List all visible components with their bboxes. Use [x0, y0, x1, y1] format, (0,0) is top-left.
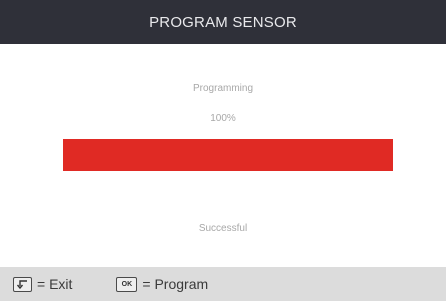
page-title: PROGRAM SENSOR: [149, 13, 297, 31]
progress-percent: 100%: [210, 113, 236, 124]
program-hint-label: = Program: [142, 276, 209, 292]
program-hint[interactable]: OK = Program: [116, 267, 208, 301]
back-arrow-icon: [16, 279, 27, 289]
programming-panel: Programming 100% Successful: [0, 44, 446, 267]
exit-hint[interactable]: = Exit: [13, 267, 72, 301]
progress-bar-fill: [63, 139, 393, 171]
progress-bar: [63, 139, 393, 171]
title-bar: PROGRAM SENSOR: [0, 0, 446, 44]
exit-hint-label: = Exit: [37, 276, 73, 292]
result-text: Successful: [198, 223, 248, 234]
status-label: Programming: [192, 83, 254, 94]
program-sensor-screen: PROGRAM SENSOR Programming 100% Successf…: [0, 0, 446, 301]
back-key-icon: [13, 276, 32, 292]
key-hint-bar: = Exit OK = Program: [0, 267, 446, 301]
ok-key-icon: OK: [116, 276, 138, 292]
